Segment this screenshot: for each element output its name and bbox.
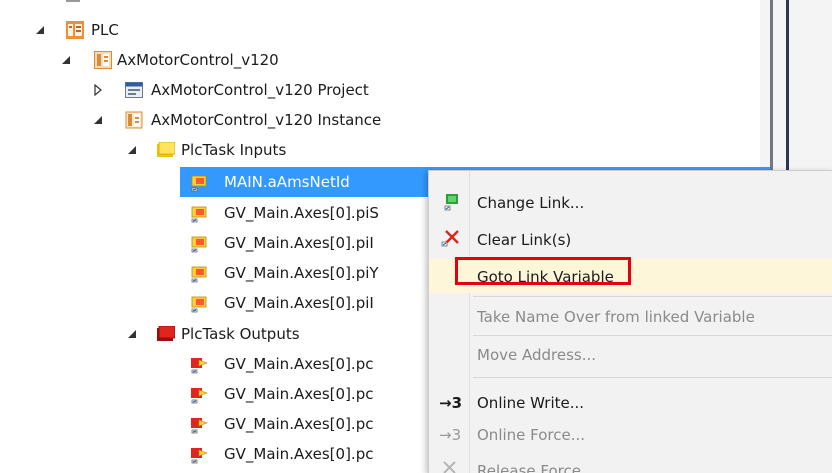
menu-separator [473, 335, 832, 336]
tree-label: AxMotorControl_v120 [117, 51, 279, 69]
scroll-remnant [66, 0, 80, 2]
menu-item-release-force[interactable]: Release Force [429, 455, 832, 473]
menu-label: Change Link... [477, 194, 585, 212]
project-file-icon [125, 81, 143, 99]
menu-separator [473, 296, 832, 297]
linked-input-icon [190, 235, 208, 253]
menu-item-online-write[interactable]: →3 Online Write... [429, 387, 832, 419]
tree-label: GV_Main.Axes[0].piI [224, 294, 374, 312]
expanded-arrow-icon[interactable] [126, 144, 138, 156]
tree-label: GV_Main.Axes[0].pc [224, 355, 374, 373]
tree-label: PlcTask Outputs [181, 325, 300, 343]
tree-node-project[interactable]: AxMotorControl_v120 [0, 46, 770, 74]
menu-label: Goto Link Variable [477, 268, 614, 286]
linked-input-icon [190, 265, 208, 283]
tree-label: GV_Main.Axes[0].piS [224, 204, 379, 222]
tree-node-plc-instance[interactable]: AxMotorControl_v120 Instance [0, 106, 770, 134]
tree-label: GV_Main.Axes[0].pc [224, 415, 374, 433]
tree-item-input[interactable]: GV_Main.Axes[0].piY [0, 259, 428, 287]
linked-output-icon [190, 446, 208, 464]
tree-item-output[interactable]: GV_Main.Axes[0].pc [0, 440, 428, 468]
expanded-arrow-icon[interactable] [126, 328, 138, 340]
tree-item-output[interactable]: GV_Main.Axes[0].pc [0, 350, 428, 378]
tree-node-task-inputs[interactable]: PlcTask Inputs [0, 136, 770, 164]
linked-output-icon [190, 356, 208, 374]
menu-item-change-link[interactable]: Change Link... [429, 187, 832, 219]
expanded-arrow-icon[interactable] [92, 114, 104, 126]
menu-label: Take Name Over from linked Variable [477, 308, 755, 326]
linked-input-icon [190, 205, 208, 223]
tree-label: PLC [91, 21, 119, 39]
tree-label: GV_Main.Axes[0].piY [224, 264, 379, 282]
linked-output-icon [190, 416, 208, 434]
tree-label: PlcTask Inputs [181, 141, 287, 159]
tree-node-plc-project[interactable]: AxMotorControl_v120 Project [0, 76, 770, 104]
tree-item-input[interactable]: GV_Main.Axes[0].piS [0, 199, 428, 227]
online-force-icon: →3 [439, 426, 462, 444]
menu-item-clear-links[interactable]: Clear Link(s) [429, 224, 832, 256]
tree-item-output[interactable]: GV_Main.Axes[0].pc [0, 380, 428, 408]
collapsed-arrow-icon[interactable] [92, 84, 104, 96]
linked-input-icon [190, 174, 208, 192]
release-force-icon [441, 459, 459, 473]
menu-label: Release Force [477, 462, 581, 473]
menu-item-online-force[interactable]: →3 Online Force... [429, 419, 832, 451]
output-folder-icon [157, 325, 176, 344]
tree-label: GV_Main.Axes[0].piI [224, 234, 374, 252]
tree-item-input[interactable]: GV_Main.Axes[0].piI [0, 289, 428, 317]
linked-output-icon [190, 386, 208, 404]
menu-separator [473, 377, 832, 378]
menu-item-take-name-over[interactable]: Take Name Over from linked Variable [429, 299, 832, 331]
plc-instance-icon [125, 111, 143, 129]
tree-label: GV_Main.Axes[0].pc [224, 445, 374, 463]
tree-label: MAIN.aAmsNetId [224, 173, 350, 191]
menu-item-goto-link-variable[interactable]: Goto Link Variable [429, 257, 832, 293]
online-write-icon: →3 [439, 394, 463, 412]
menu-item-move-address[interactable]: Move Address... [429, 339, 832, 371]
tree-node-plc[interactable]: PLC [0, 16, 770, 44]
change-link-icon [443, 193, 461, 211]
plc-icon [66, 21, 84, 39]
menu-label: Online Force... [477, 426, 586, 444]
expanded-arrow-icon[interactable] [34, 24, 46, 36]
tree-node-task-outputs[interactable]: PlcTask Outputs [0, 320, 428, 348]
clear-link-icon [441, 228, 461, 248]
menu-label: Online Write... [477, 394, 585, 412]
expanded-arrow-icon[interactable] [60, 54, 72, 66]
context-menu: Change Link... Clear Link(s) Goto Link V… [428, 170, 832, 473]
tree-label: GV_Main.Axes[0].pc [224, 385, 374, 403]
tree-item-output[interactable]: GV_Main.Axes[0].pc [0, 410, 428, 438]
menu-label: Clear Link(s) [477, 231, 572, 249]
tree-item-input[interactable]: GV_Main.Axes[0].piI [0, 229, 428, 257]
plc-project-icon [94, 51, 112, 69]
linked-input-icon [190, 295, 208, 313]
tree-label: AxMotorControl_v120 Project [151, 81, 369, 99]
tree-label: AxMotorControl_v120 Instance [151, 111, 382, 129]
menu-label: Move Address... [477, 346, 597, 364]
input-folder-icon [157, 141, 176, 160]
